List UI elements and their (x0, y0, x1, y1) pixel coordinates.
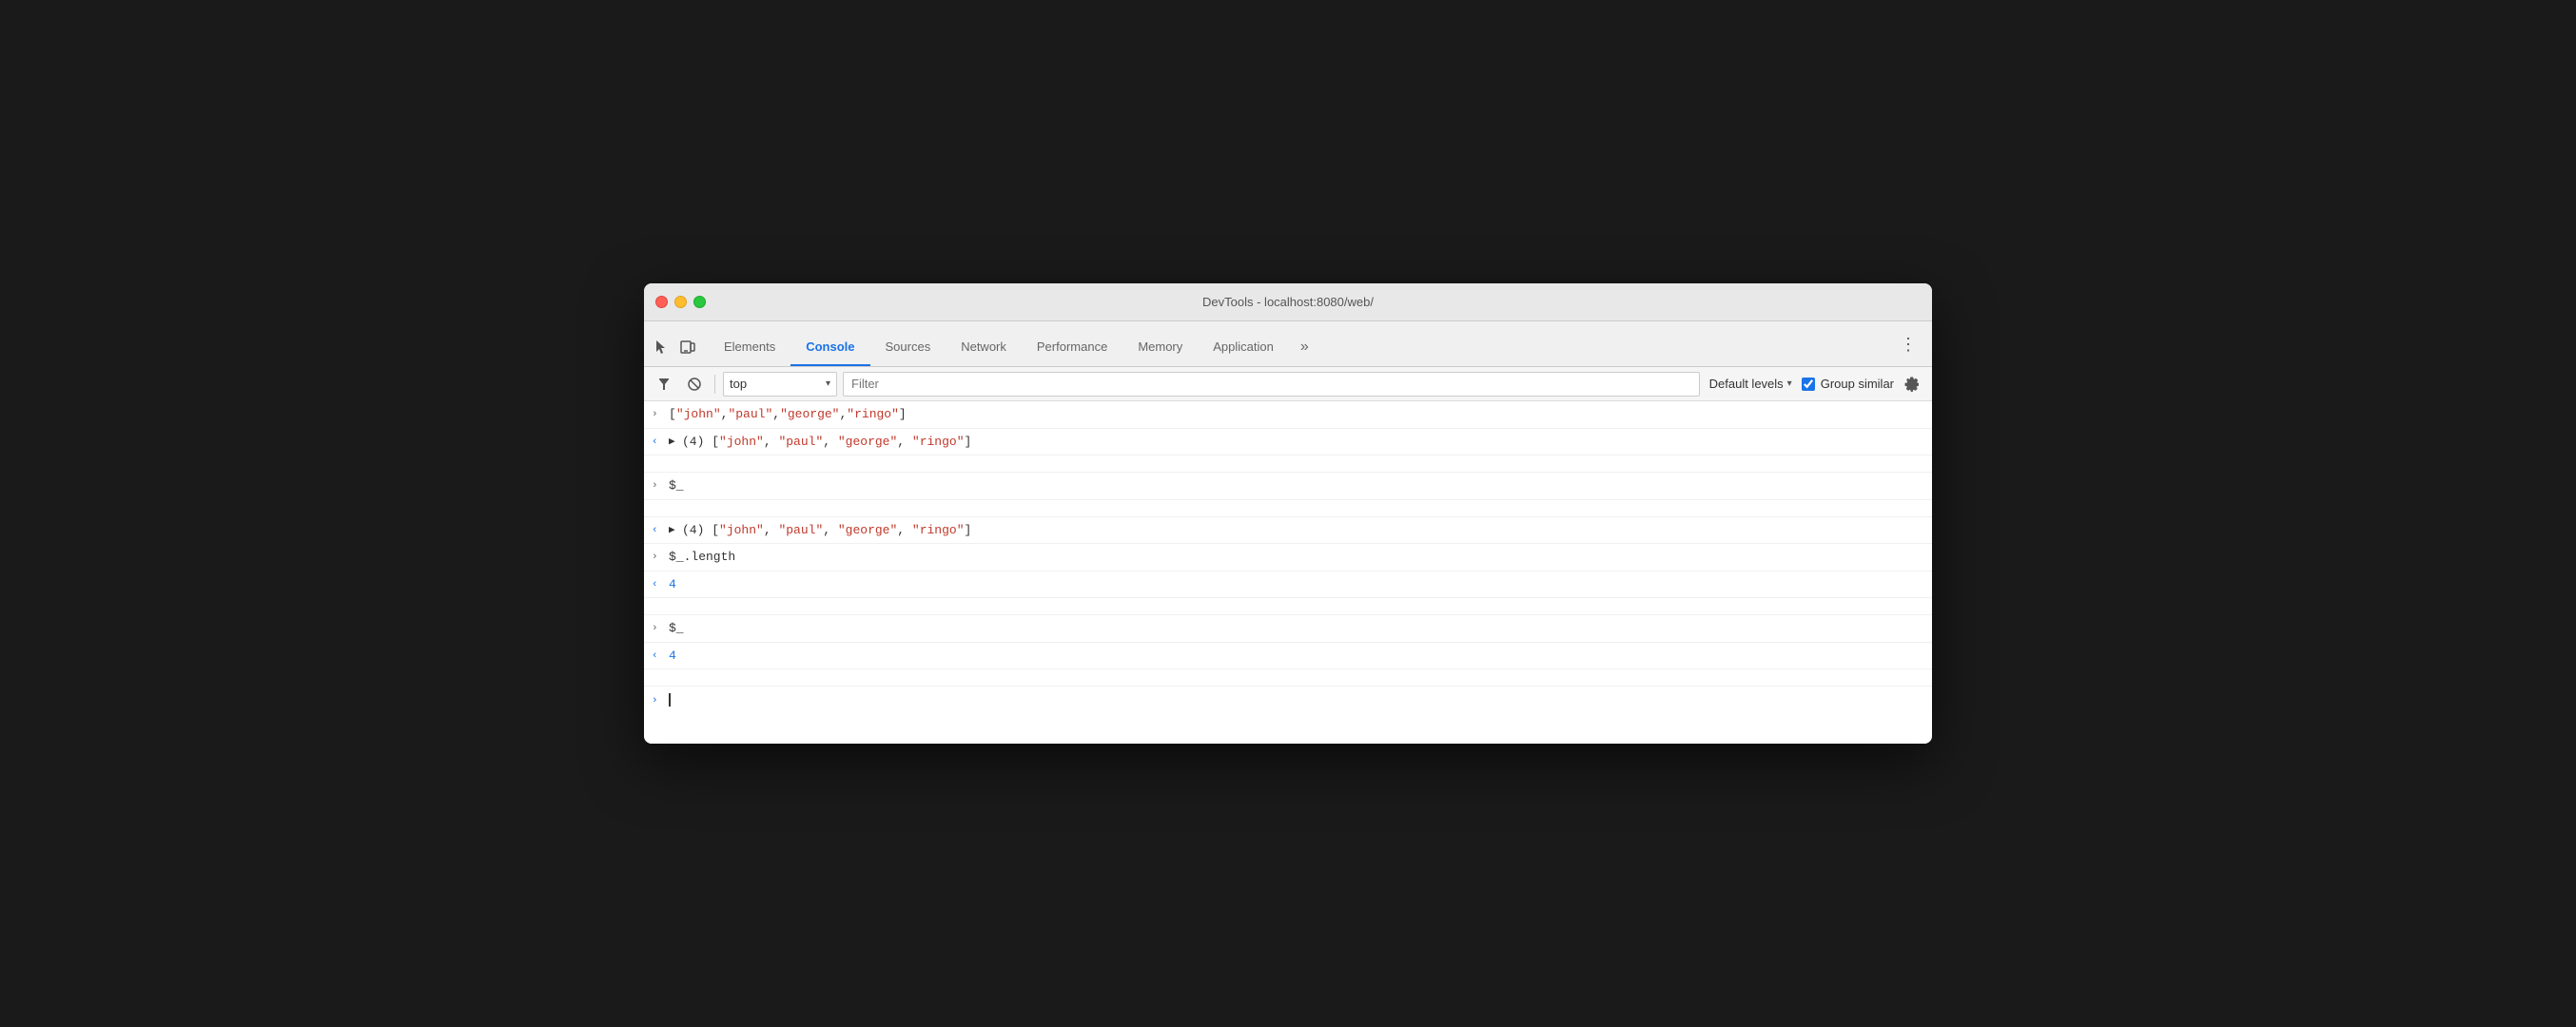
tab-performance[interactable]: Performance (1022, 328, 1122, 366)
more-tabs-button[interactable]: » (1289, 328, 1320, 366)
console-row-8: ‹ 4 (644, 643, 1932, 670)
console-text-5: $_.length (669, 548, 1924, 567)
output-arrow-4: ‹ (652, 521, 665, 539)
input-arrow-3: › (652, 476, 665, 494)
devtools-window: DevTools - localhost:8080/web/ Elements … (644, 283, 1932, 744)
clear-console-button[interactable] (652, 372, 676, 397)
console-text-4: (4) ["john", "paul", "george", "ringo"] (682, 521, 1924, 540)
empty-row-3 (644, 598, 1932, 615)
tab-bar-icons (652, 338, 709, 366)
tab-memory[interactable]: Memory (1122, 328, 1198, 366)
traffic-lights (655, 296, 706, 308)
console-text-3: $_ (669, 476, 1924, 495)
console-text-1: ["john","paul","george","ringo"] (669, 405, 1924, 424)
default-levels-arrow: ▾ (1787, 378, 1792, 389)
console-row-2: ‹ ▶ (4) ["john", "paul", "george", "ring… (644, 429, 1932, 456)
empty-row-4 (644, 669, 1932, 687)
console-active-input[interactable] (669, 690, 1924, 709)
stop-logging-button[interactable] (682, 372, 707, 397)
tab-bar-end: ⋮ (1896, 331, 1932, 366)
input-arrow-7: › (652, 619, 665, 637)
console-toolbar: top ▾ Default levels ▾ Group similar (644, 367, 1932, 401)
tab-network[interactable]: Network (946, 328, 1022, 366)
settings-button[interactable] (1900, 372, 1924, 397)
input-arrow-1: › (652, 405, 665, 423)
tab-sources[interactable]: Sources (870, 328, 946, 366)
expand-btn-2[interactable]: ▶ (669, 433, 678, 451)
console-text-2: (4) ["john", "paul", "george", "ringo"] (682, 433, 1924, 452)
console-row-1: › ["john","paul","george","ringo"] (644, 401, 1932, 429)
console-row-4: ‹ ▶ (4) ["john", "paul", "george", "ring… (644, 517, 1932, 545)
title-bar: DevTools - localhost:8080/web/ (644, 283, 1932, 321)
empty-row-1 (644, 455, 1932, 473)
console-row-5: › $_.length (644, 544, 1932, 572)
toolbar-divider-1 (714, 375, 715, 394)
empty-row-2 (644, 500, 1932, 517)
cursor-blink (669, 693, 671, 707)
window-title: DevTools - localhost:8080/web/ (1202, 295, 1374, 309)
console-row-3: › $_ (644, 473, 1932, 500)
filter-input[interactable] (843, 372, 1700, 397)
tab-elements[interactable]: Elements (709, 328, 790, 366)
output-arrow-6: ‹ (652, 575, 665, 593)
tab-console[interactable]: Console (790, 328, 869, 366)
maximize-button[interactable] (693, 296, 706, 308)
tab-bar: Elements Console Sources Network Perform… (644, 321, 1932, 367)
expand-btn-4[interactable]: ▶ (669, 521, 678, 539)
output-arrow-8: ‹ (652, 647, 665, 665)
context-dropdown-arrow: ▾ (826, 378, 830, 389)
input-arrow-5: › (652, 548, 665, 566)
output-arrow-2: ‹ (652, 433, 665, 451)
group-similar-area: Group similar (1802, 377, 1894, 391)
group-similar-checkbox[interactable] (1802, 378, 1815, 391)
console-text-8: 4 (669, 647, 1924, 666)
close-button[interactable] (655, 296, 668, 308)
console-row-6: ‹ 4 (644, 572, 1932, 599)
console-input-row[interactable]: › (644, 687, 1932, 713)
console-row-7: › $_ (644, 615, 1932, 643)
default-levels-selector[interactable]: Default levels ▾ (1706, 377, 1796, 391)
console-output: › ["john","paul","george","ringo"] ‹ ▶ (… (644, 401, 1932, 744)
prompt-arrow: › (652, 691, 665, 709)
minimize-button[interactable] (674, 296, 687, 308)
console-text-6: 4 (669, 575, 1924, 594)
cursor-icon[interactable] (652, 338, 671, 357)
devtools-menu-button[interactable]: ⋮ (1896, 331, 1921, 358)
group-similar-label: Group similar (1821, 377, 1894, 391)
device-icon[interactable] (678, 338, 697, 357)
tab-application[interactable]: Application (1198, 328, 1289, 366)
context-selector[interactable]: top ▾ (723, 372, 837, 397)
console-text-7: $_ (669, 619, 1924, 638)
